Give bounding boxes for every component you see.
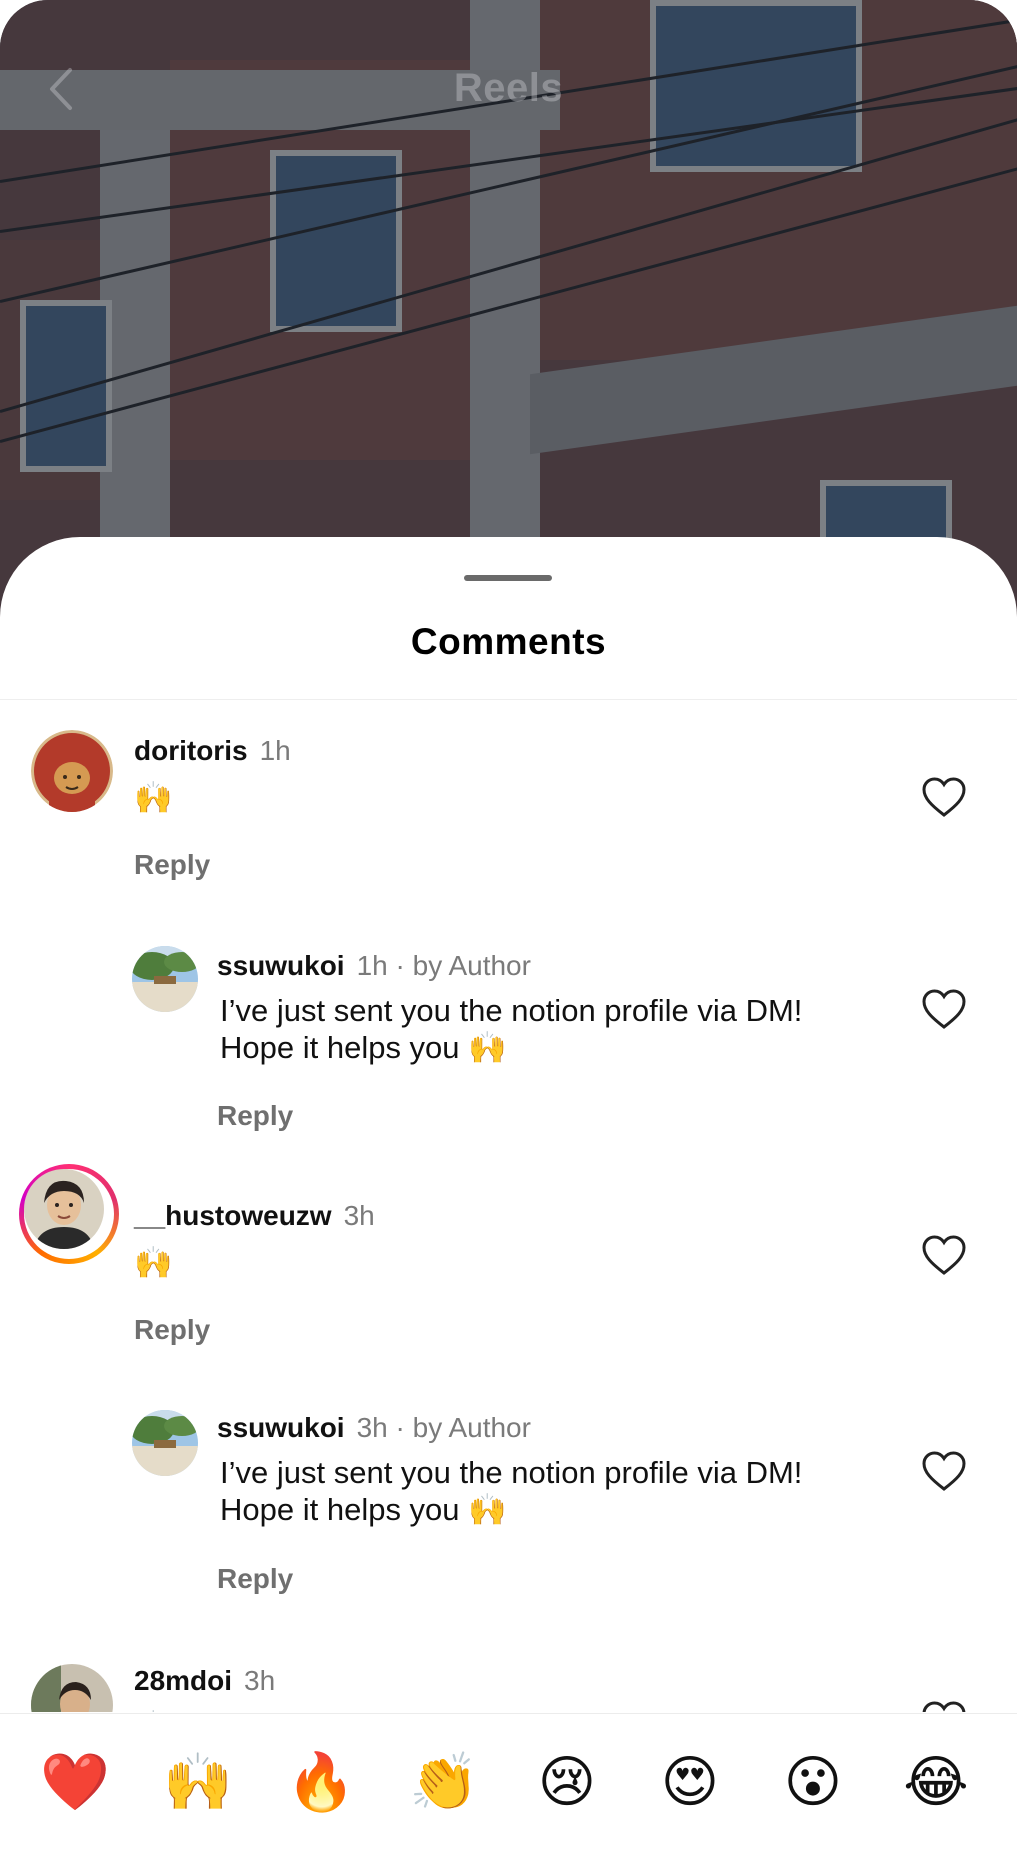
reaction-laughing[interactable]: 😂	[896, 1742, 976, 1822]
reaction-clapping[interactable]: 👏	[404, 1742, 484, 1822]
reels-comments-screen: Reels Comments doritoris 1h 🙌 Reply ssuw…	[0, 0, 1017, 1849]
heart-icon[interactable]	[921, 988, 967, 1030]
timestamp: 3h	[356, 1412, 388, 1443]
comment-meta: ssuwukoi 3h · by Author	[217, 1412, 531, 1444]
username[interactable]: ssuwukoi	[217, 950, 345, 981]
comment-list[interactable]: doritoris 1h 🙌 Reply ssuwukoi 1h · by Au…	[0, 700, 1017, 1712]
comment-text: 🙌	[134, 1245, 173, 1280]
heart-icon[interactable]	[921, 1450, 967, 1492]
heart-icon[interactable]	[921, 1234, 967, 1276]
reply-button[interactable]: Reply	[134, 849, 210, 881]
comment-meta: doritoris 1h	[134, 735, 291, 767]
avatar	[24, 1169, 104, 1249]
reaction-raised-hands[interactable]: 🙌	[158, 1742, 238, 1822]
timestamp: 1h	[356, 950, 388, 981]
top-bar: Reels	[0, 60, 1017, 120]
username[interactable]: 28mdoi	[134, 1665, 232, 1696]
comment-text: I’ve just sent you the notion profile vi…	[220, 993, 803, 1065]
avatar[interactable]	[31, 1664, 113, 1712]
author-badge: · by Author	[395, 1412, 531, 1443]
timestamp: 1h	[259, 735, 291, 766]
comments-sheet: Comments doritoris 1h 🙌 Reply ssuwukoi 1…	[0, 537, 1017, 1849]
avatar[interactable]	[132, 1410, 198, 1476]
page-title: Reels	[453, 66, 564, 110]
comment-meta: 28mdoi 3h	[134, 1665, 275, 1697]
reply-button[interactable]: Reply	[217, 1100, 293, 1132]
quick-reactions-bar: ❤️ 🙌 🔥 👏 😢 😍 😮 😂	[0, 1713, 1017, 1849]
comment-text: 🙌	[134, 780, 173, 815]
timestamp: 3h	[244, 1665, 276, 1696]
comment-meta: __hustoweuzw 3h	[134, 1200, 375, 1232]
avatar[interactable]	[132, 946, 198, 1012]
reaction-surprised[interactable]: 😮	[773, 1742, 853, 1822]
avatar-story-ring[interactable]	[19, 1164, 119, 1264]
heart-icon[interactable]	[921, 776, 967, 818]
avatar[interactable]	[31, 730, 113, 812]
heart-icon[interactable]	[921, 1700, 967, 1712]
sheet-title: Comments	[410, 621, 607, 662]
reaction-heart-eyes[interactable]: 😍	[650, 1742, 730, 1822]
comment-text: I’ve just sent you the notion profile vi…	[220, 1455, 803, 1527]
reel-video-background: Reels	[0, 0, 1017, 620]
comment-text: 🙌	[134, 1708, 173, 1712]
timestamp: 3h	[343, 1200, 375, 1231]
reaction-heart[interactable]: ❤️	[35, 1742, 115, 1822]
reply-button[interactable]: Reply	[217, 1563, 293, 1595]
sheet-drag-handle[interactable]	[464, 575, 552, 581]
author-badge: · by Author	[395, 950, 531, 981]
reply-button[interactable]: Reply	[134, 1314, 210, 1346]
reaction-fire[interactable]: 🔥	[281, 1742, 361, 1822]
username[interactable]: doritoris	[134, 735, 248, 766]
username[interactable]: __hustoweuzw	[134, 1200, 332, 1231]
username[interactable]: ssuwukoi	[217, 1412, 345, 1443]
reaction-crying[interactable]: 😢	[527, 1742, 607, 1822]
comment-meta: ssuwukoi 1h · by Author	[217, 950, 531, 982]
